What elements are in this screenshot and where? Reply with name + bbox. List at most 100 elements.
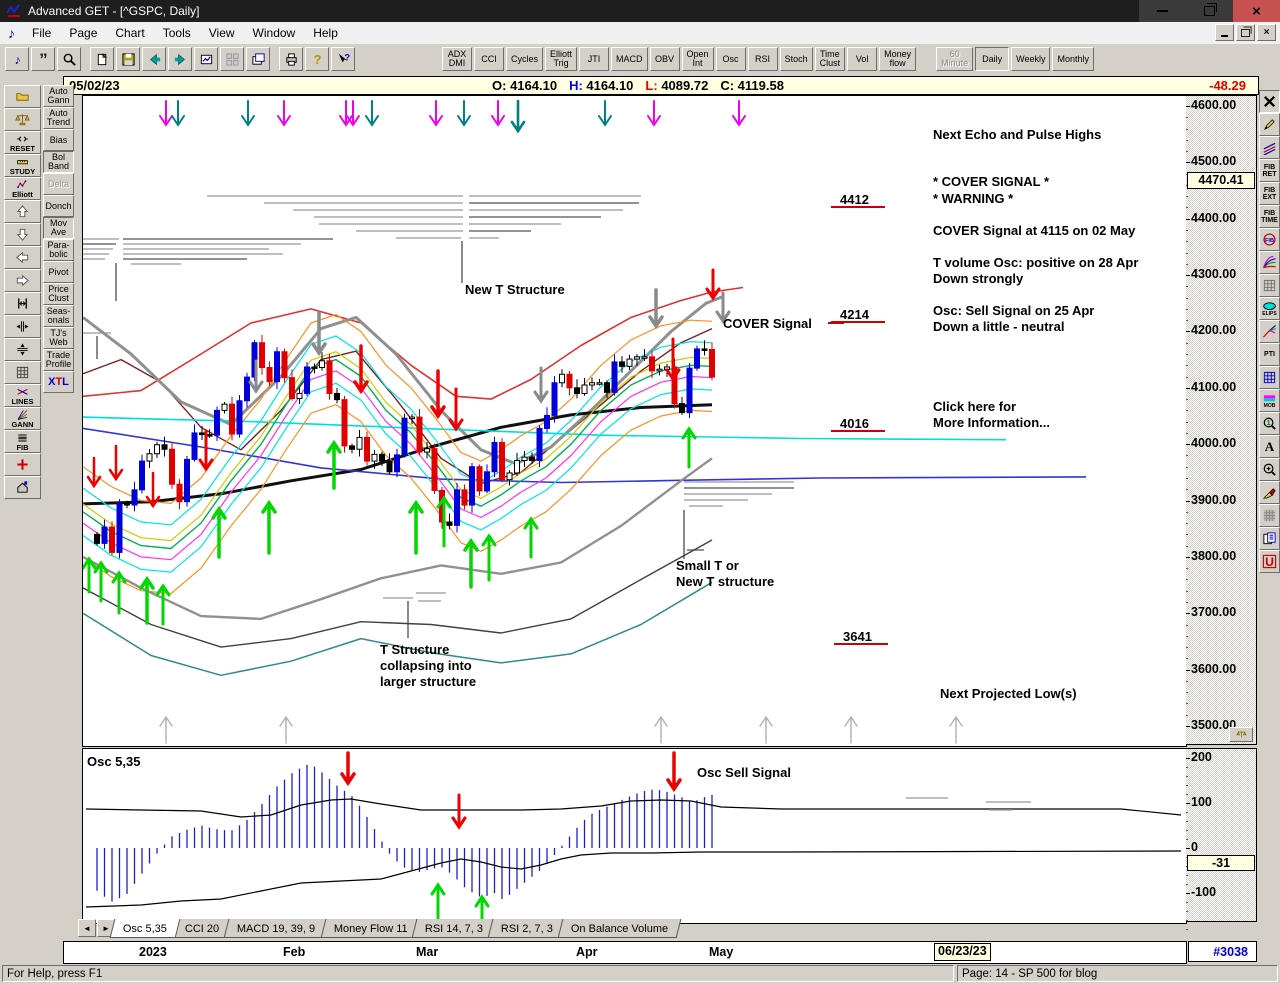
indicator-jti[interactable]: JTI bbox=[579, 47, 609, 71]
horizontal-scale-button[interactable] bbox=[4, 315, 41, 338]
tab-on-balance-volume[interactable]: On Balance Volume bbox=[558, 919, 682, 938]
axis-scales-icon[interactable] bbox=[1229, 727, 1253, 742]
indicator-open-int[interactable]: OpenInt bbox=[682, 47, 714, 71]
indicator-cycles[interactable]: Cycles bbox=[506, 47, 543, 71]
scroll-up-button[interactable] bbox=[4, 200, 41, 223]
study-bol-band[interactable]: BolBand bbox=[43, 151, 74, 173]
menu-view[interactable]: View bbox=[200, 24, 244, 42]
mdi-minimize-button[interactable] bbox=[1215, 24, 1234, 41]
pattern-button[interactable] bbox=[1259, 504, 1280, 527]
text-tool-button[interactable]: A bbox=[1259, 435, 1280, 458]
minimize-button[interactable] bbox=[1139, 0, 1186, 22]
indicator-time-clust[interactable]: TimeClust bbox=[815, 47, 846, 71]
fan-lines-button[interactable] bbox=[1259, 251, 1280, 274]
tab-rsi-2-7-3[interactable]: RSI 2, 7, 3 bbox=[488, 919, 567, 938]
study-para-bolic[interactable]: Para-bolic bbox=[43, 239, 74, 261]
menu-page[interactable]: Page bbox=[60, 24, 106, 42]
pencil-button[interactable] bbox=[1259, 113, 1280, 136]
zoom-in-button[interactable] bbox=[1259, 458, 1280, 481]
timeframe-60-minute[interactable]: 60Minute bbox=[936, 47, 973, 71]
study-pivot[interactable]: Pivot bbox=[43, 261, 74, 283]
study-delta[interactable]: Delta bbox=[43, 173, 74, 195]
fib-retracement-button[interactable]: FIBRET bbox=[1259, 159, 1280, 182]
help-button[interactable]: ? bbox=[305, 47, 329, 71]
study-xtl[interactable]: XTL bbox=[43, 371, 74, 393]
ellipse-button[interactable]: ELIPS bbox=[1259, 297, 1280, 320]
new-page-button[interactable] bbox=[90, 47, 114, 71]
menu-file[interactable]: File bbox=[23, 24, 60, 42]
crosshair-button[interactable] bbox=[4, 453, 41, 476]
elliott-button[interactable]: Elliott bbox=[4, 177, 41, 200]
mdi-close-button[interactable]: × bbox=[1257, 24, 1276, 41]
fib-extension-button[interactable]: FIBEXT bbox=[1259, 182, 1280, 205]
tile-button[interactable] bbox=[220, 47, 244, 71]
restore-button[interactable] bbox=[1186, 0, 1233, 22]
previous-page-button[interactable] bbox=[142, 47, 166, 71]
tab-osc-5-35[interactable]: Osc 5,35 bbox=[110, 919, 181, 938]
pages-button[interactable] bbox=[1259, 527, 1280, 550]
chart-window-button[interactable] bbox=[194, 47, 218, 71]
find-button[interactable] bbox=[57, 47, 81, 71]
indicator-osc[interactable]: Osc bbox=[716, 47, 746, 71]
grid-button[interactable] bbox=[4, 361, 41, 384]
scales-button[interactable] bbox=[4, 108, 41, 131]
study-bias[interactable]: Bias bbox=[43, 129, 74, 151]
gann-grid-button[interactable] bbox=[1259, 274, 1280, 297]
menu-help[interactable]: Help bbox=[304, 24, 347, 42]
close-button[interactable]: × bbox=[1233, 0, 1280, 22]
indicator-money-flow[interactable]: Moneyflow bbox=[879, 47, 916, 71]
study-auto-trend[interactable]: AutoTrend bbox=[43, 107, 74, 129]
study-price-clust[interactable]: PriceClust bbox=[43, 283, 74, 305]
study-tj-s-web[interactable]: TJ'sWeb bbox=[43, 327, 74, 349]
fib-circle-button[interactable]: FIB bbox=[1259, 228, 1280, 251]
tab-money-flow-11[interactable]: Money Flow 11 bbox=[320, 919, 421, 938]
mdi-doc-icon[interactable]: ♪ bbox=[8, 25, 15, 41]
gann-button[interactable]: GANN bbox=[4, 407, 41, 430]
fib-time-button[interactable]: FIBTIME bbox=[1259, 205, 1280, 228]
save-button[interactable] bbox=[116, 47, 140, 71]
mob-button[interactable]: MOB bbox=[1259, 389, 1280, 412]
pti-button[interactable]: PTI bbox=[1259, 343, 1280, 366]
main-chart[interactable] bbox=[82, 95, 1187, 747]
study-trade-profile[interactable]: TradeProfile bbox=[43, 349, 74, 371]
tab-rsi-14-7-3[interactable]: RSI 14, 7, 3 bbox=[412, 919, 497, 938]
indicator-vol[interactable]: Vol bbox=[847, 47, 877, 71]
tab-scroll-left[interactable]: ◄ bbox=[78, 919, 96, 937]
reset-button[interactable]: RESET bbox=[4, 131, 41, 154]
scroll-down-button[interactable] bbox=[4, 223, 41, 246]
scroll-left-button[interactable] bbox=[4, 246, 41, 269]
timeframe-monthly[interactable]: Monthly bbox=[1052, 47, 1094, 71]
cascade-button[interactable] bbox=[246, 47, 270, 71]
price-axis[interactable]: 4600.004500.004400.004300.004200.004100.… bbox=[1186, 95, 1257, 745]
next-page-button[interactable] bbox=[168, 47, 192, 71]
oscillator-panel[interactable]: Osc 5,35 bbox=[82, 748, 1187, 924]
indicator-obv[interactable]: OBV bbox=[650, 47, 680, 71]
snapshot-button[interactable]: 1 bbox=[1259, 412, 1280, 435]
menu-tools[interactable]: Tools bbox=[154, 24, 200, 42]
trendline-button[interactable] bbox=[1259, 136, 1280, 159]
indicator-rsi[interactable]: RSI bbox=[748, 47, 778, 71]
study-button[interactable]: STUDY bbox=[4, 154, 41, 177]
marker-button[interactable] bbox=[1259, 481, 1280, 504]
magnet-button[interactable]: U bbox=[1259, 550, 1280, 573]
delete-drawing-button[interactable] bbox=[1259, 90, 1280, 113]
scroll-right-button[interactable] bbox=[4, 269, 41, 292]
indicator-stoch[interactable]: Stoch bbox=[780, 47, 813, 71]
study-seas-onals[interactable]: Seas-onals bbox=[43, 305, 74, 327]
indicator-adx-dmi[interactable]: ADXDMI bbox=[442, 47, 472, 71]
open-chart-button[interactable] bbox=[4, 85, 41, 108]
timeframe-weekly[interactable]: Weekly bbox=[1011, 47, 1050, 71]
blue-grid-button[interactable] bbox=[1259, 366, 1280, 389]
menu-window[interactable]: Window bbox=[244, 24, 305, 42]
indicator-elliott-trig[interactable]: ElliottTrig bbox=[545, 47, 577, 71]
menu-chart[interactable]: Chart bbox=[106, 24, 153, 42]
lines-button[interactable]: LINES bbox=[4, 384, 41, 407]
quotes-button[interactable]: ” bbox=[31, 47, 55, 71]
fib-button[interactable]: FIB bbox=[4, 430, 41, 453]
date-axis[interactable]: 2023FebMarAprMay06/23/23 bbox=[63, 941, 1187, 964]
study-mov-ave[interactable]: MovAve bbox=[43, 217, 74, 239]
context-help-button[interactable]: ? bbox=[331, 47, 355, 71]
indicator-cci[interactable]: CCI bbox=[474, 47, 504, 71]
tab-macd-19-39-9[interactable]: MACD 19, 39, 9 bbox=[224, 919, 329, 938]
mdi-restore-button[interactable] bbox=[1236, 24, 1255, 41]
